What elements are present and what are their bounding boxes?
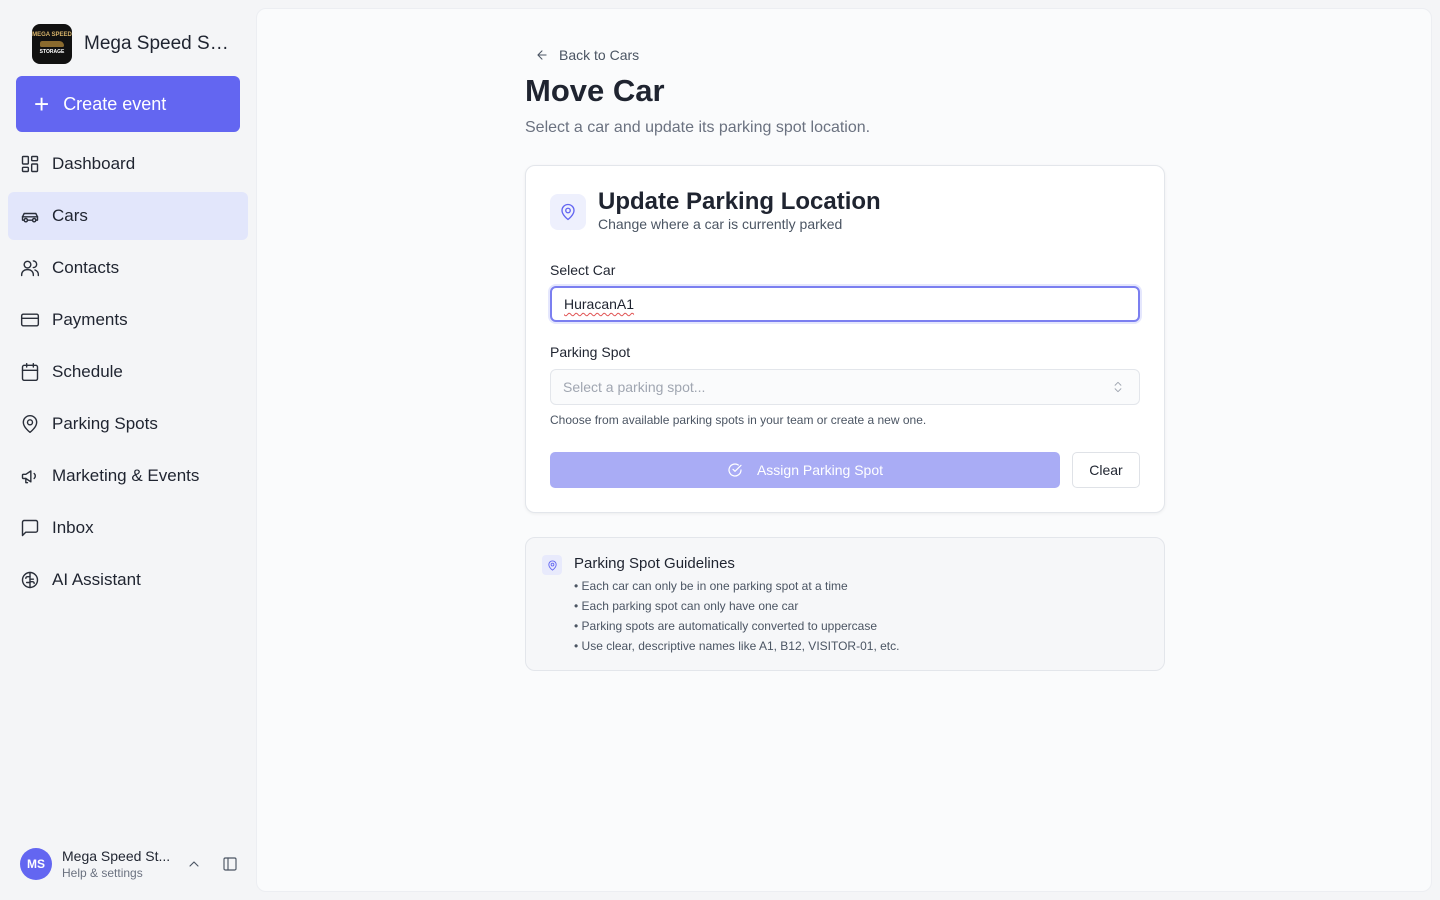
logo-text-top: MEGA SPEED — [32, 32, 72, 38]
sidebar-item-label: Inbox — [52, 518, 94, 537]
parking-spot-helper: Choose from available parking spots in y… — [550, 413, 927, 427]
sidebar-item-label: Contacts — [52, 258, 120, 277]
sidebar-item-label: AI Assistant — [52, 570, 141, 589]
select-car-label: Select Car — [550, 262, 616, 278]
select-car-value: HuracanA1 — [564, 296, 635, 312]
sidebar-item-label: Cars — [52, 206, 88, 225]
brain-icon — [20, 570, 40, 590]
chevron-up-icon[interactable] — [186, 856, 202, 872]
user-name: Mega Speed St... — [62, 848, 171, 864]
sidebar-item-label: Parking Spots — [52, 414, 158, 433]
sidebar-item-dashboard[interactable]: Dashboard — [8, 140, 248, 188]
sidebar-item-label: Schedule — [52, 362, 123, 381]
dashboard-icon — [20, 154, 40, 174]
guidelines-panel: Parking Spot Guidelines • Each car can o… — [525, 537, 1165, 671]
calendar-icon — [20, 362, 40, 382]
logo-car-graphic — [40, 41, 64, 47]
sidebar-item-inbox[interactable]: Inbox — [8, 504, 248, 552]
megaphone-icon — [20, 466, 40, 486]
chevrons-up-down-icon — [1111, 380, 1125, 394]
sidebar-item-cars[interactable]: Cars — [8, 192, 248, 240]
card-subtitle: Change where a car is currently parked — [598, 216, 843, 232]
arrow-left-icon — [537, 50, 547, 60]
users-icon — [20, 258, 40, 278]
car-icon — [20, 206, 40, 226]
map-pin-icon — [20, 414, 40, 434]
parking-spot-placeholder: Select a parking spot... — [563, 379, 706, 395]
sidebar-item-label: Marketing & Events — [52, 466, 200, 485]
user-menu[interactable]: MS Mega Speed St... Help & settings — [20, 846, 240, 882]
guideline-item: • Each car can only be in one parking sp… — [574, 579, 848, 593]
brand-logo: MEGA SPEED STORAGE — [32, 24, 72, 64]
assign-button-label: Assign Parking Spot — [756, 462, 884, 478]
guidelines-list: • Each car can only be in one parking sp… — [574, 578, 899, 658]
page-title: Move Car — [525, 73, 665, 108]
logo-text-bottom: STORAGE — [39, 49, 65, 55]
parking-spot-label: Parking Spot — [550, 344, 631, 360]
user-subtitle: Help & settings — [62, 866, 143, 880]
create-event-label: Create event — [63, 93, 167, 114]
sidebar-item-payments[interactable]: Payments — [8, 296, 248, 344]
sidebar-item-label: Dashboard — [52, 154, 136, 173]
sidebar-nav: Dashboard Cars Contacts Payments Schedul… — [8, 140, 248, 608]
select-car-input[interactable]: HuracanA1 — [550, 286, 1140, 322]
guidelines-title: Parking Spot Guidelines — [574, 555, 735, 572]
assign-parking-spot-button[interactable]: Assign Parking Spot — [550, 452, 1060, 488]
sidebar-item-parking-spots[interactable]: Parking Spots — [8, 400, 248, 448]
guideline-item: • Use clear, descriptive names like A1, … — [574, 639, 900, 653]
sidebar-item-ai-assistant[interactable]: AI Assistant — [8, 556, 248, 604]
map-pin-icon — [550, 194, 586, 230]
main-panel: Back to Cars Move Car Select a car and u… — [256, 8, 1432, 892]
update-parking-card: Update Parking Location Change where a c… — [525, 165, 1165, 513]
clear-button[interactable]: Clear — [1072, 452, 1140, 488]
parking-spot-select[interactable]: Select a parking spot... — [550, 369, 1140, 405]
brand-name: Mega Speed St... — [84, 33, 229, 54]
sidebar: MEGA SPEED STORAGE Mega Speed St... + Cr… — [0, 0, 256, 900]
guideline-item: • Each parking spot can only have one ca… — [574, 599, 799, 613]
brand[interactable]: MEGA SPEED STORAGE Mega Speed St... — [32, 24, 229, 64]
sidebar-item-label: Payments — [52, 310, 128, 329]
guideline-item: • Parking spots are automatically conver… — [574, 619, 878, 633]
avatar: MS — [20, 848, 52, 880]
sidebar-item-schedule[interactable]: Schedule — [8, 348, 248, 396]
user-info: Mega Speed St... Help & settings — [62, 848, 178, 880]
sidebar-item-contacts[interactable]: Contacts — [8, 244, 248, 292]
map-pin-icon — [542, 555, 562, 575]
sidebar-item-marketing-events[interactable]: Marketing & Events — [8, 452, 248, 500]
back-link-label: Back to Cars — [559, 47, 640, 63]
check-circle-icon — [728, 463, 742, 477]
card-title: Update Parking Location — [598, 188, 881, 215]
plus-icon: + — [34, 89, 50, 119]
credit-card-icon — [20, 310, 40, 330]
create-event-button[interactable]: + Create event — [16, 76, 240, 132]
message-square-icon — [20, 518, 40, 538]
back-to-cars-link[interactable]: Back to Cars — [535, 47, 639, 63]
page-subtitle: Select a car and update its parking spot… — [525, 119, 871, 136]
sidebar-toggle-icon[interactable] — [222, 856, 238, 872]
